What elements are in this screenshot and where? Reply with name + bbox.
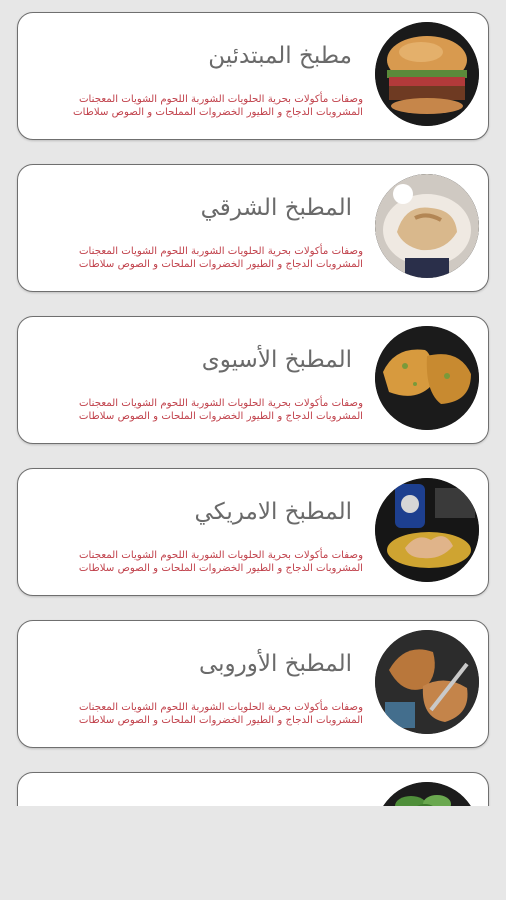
card-description: وصفات مأكولات بحرية الحلويات الشوربة الل… xyxy=(78,550,363,574)
cuisine-card-asian[interactable]: المطبخ الأسيوى وصفات مأكولات بحرية الحلو… xyxy=(17,316,489,444)
chicken-wings-image xyxy=(375,478,479,582)
card-description: وصفات مأكولات بحرية الحلويات الشوربة الل… xyxy=(73,94,363,118)
card-title: المطبخ الشرقي xyxy=(200,195,352,221)
cuisine-card-american[interactable]: المطبخ الامريكي وصفات مأكولات بحرية الحل… xyxy=(17,468,489,596)
chicken-plate-image xyxy=(375,174,479,278)
card-title: المطبخ الأوروبى xyxy=(198,651,352,677)
bottom-empty-area xyxy=(0,806,506,900)
cuisine-card-beginners[interactable]: مطبخ المبتدئين وصفات مأكولات بحرية الحلو… xyxy=(17,12,489,140)
card-description: وصفات مأكولات بحرية الحلويات الشوربة الل… xyxy=(78,398,363,422)
cuisine-card-eastern[interactable]: المطبخ الشرقي وصفات مأكولات بحرية الحلوي… xyxy=(17,164,489,292)
card-description: وصفات مأكولات بحرية الحلويات الشوربة الل… xyxy=(78,246,363,270)
card-description: وصفات مأكولات بحرية الحلويات الشوربة الل… xyxy=(78,702,363,726)
burger-image xyxy=(375,22,479,126)
cuisine-card-partial[interactable] xyxy=(17,772,489,806)
cuisine-list[interactable]: مطبخ المبتدئين وصفات مأكولات بحرية الحلو… xyxy=(0,0,506,806)
fried-chicken-image xyxy=(375,326,479,430)
card-title: المطبخ الامريكي xyxy=(194,499,352,525)
cuisine-card-european[interactable]: المطبخ الأوروبى وصفات مأكولات بحرية الحل… xyxy=(17,620,489,748)
baked-chicken-image xyxy=(375,630,479,734)
card-title: المطبخ الأسيوى xyxy=(201,347,352,373)
salad-image xyxy=(375,782,479,806)
card-title: مطبخ المبتدئين xyxy=(208,43,352,69)
